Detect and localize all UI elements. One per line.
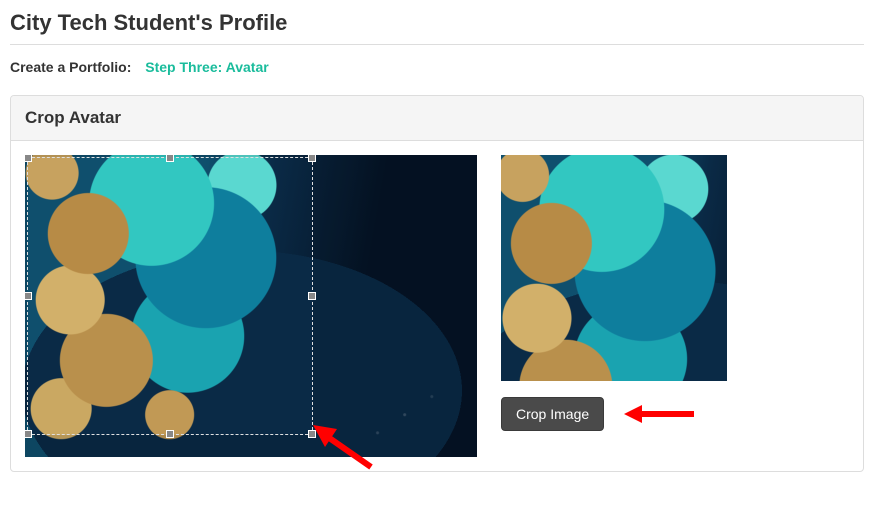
page-title: City Tech Student's Profile <box>10 10 864 36</box>
crop-avatar-panel: Crop Avatar Crop Image <box>10 95 864 472</box>
panel-body: Crop Image <box>11 141 863 471</box>
crop-handle-s[interactable] <box>166 430 174 438</box>
divider <box>10 44 864 45</box>
crop-preview-image <box>501 155 727 381</box>
step-label: Create a Portfolio: <box>10 59 131 75</box>
preview-column: Crop Image <box>501 155 727 431</box>
step-link-avatar[interactable]: Step Three: Avatar <box>145 59 268 75</box>
crop-handle-se[interactable] <box>308 430 316 438</box>
crop-source-image[interactable] <box>25 155 477 457</box>
satellite-image-preview <box>501 155 727 381</box>
crop-handle-e[interactable] <box>308 292 316 300</box>
crop-handle-n[interactable] <box>166 155 174 162</box>
annotation-arrow-icon <box>624 401 694 427</box>
crop-handle-nw[interactable] <box>25 155 32 162</box>
panel-header: Crop Avatar <box>11 96 863 141</box>
step-row: Create a Portfolio: Step Three: Avatar <box>10 59 864 75</box>
crop-handle-ne[interactable] <box>308 155 316 162</box>
crop-handle-sw[interactable] <box>25 430 32 438</box>
crop-handle-w[interactable] <box>25 292 32 300</box>
crop-image-button[interactable]: Crop Image <box>501 397 604 431</box>
crop-selection-box[interactable] <box>27 157 313 435</box>
